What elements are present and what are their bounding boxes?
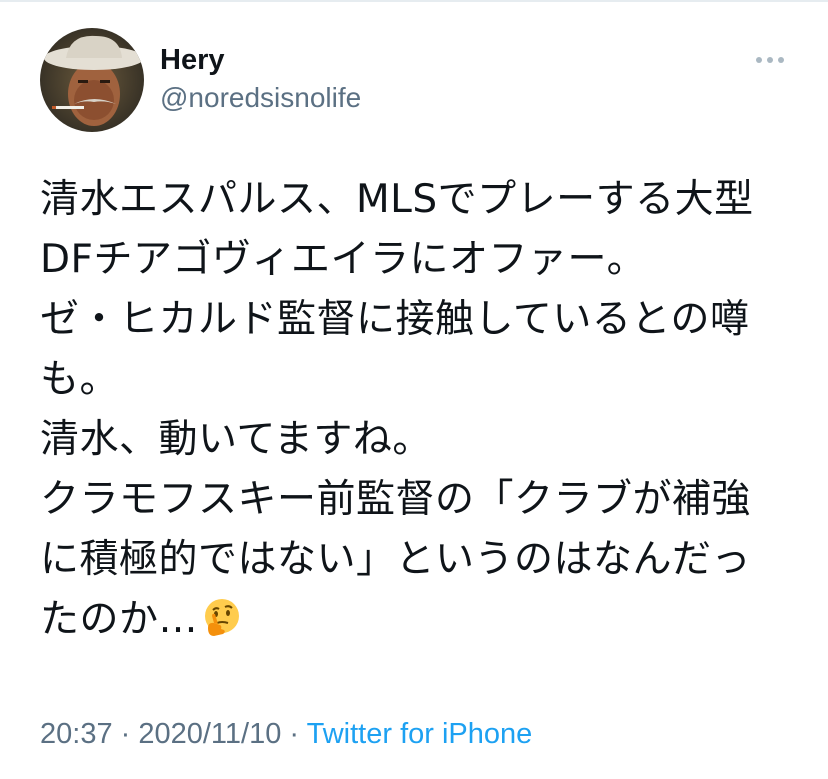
tweet-line: 清水エスパルス、MLSでプレーする大型: [40, 177, 754, 222]
tweet-line-text: たのか…: [40, 597, 199, 642]
tweet-date[interactable]: 2020/11/10: [138, 718, 281, 750]
meta-separator: ·: [112, 718, 139, 750]
tweet-text: 清水エスパルス、MLSでプレーする大型 DFチアゴヴィエイラにオファー。 ゼ・ヒ…: [40, 170, 800, 658]
tweet-line: も。: [40, 357, 120, 402]
tweet-line: に積極的ではない」というのはなんだっ: [40, 537, 752, 582]
tweet-line: ゼ・ヒカルド監督に接触しているとの噂: [40, 297, 750, 342]
tweet-source-link[interactable]: Twitter for iPhone: [307, 718, 533, 750]
tweet-line: クラモフスキー前監督の「クラブが補強: [40, 477, 752, 522]
avatar[interactable]: [40, 28, 144, 132]
more-icon: [756, 57, 784, 63]
thinking-face-icon: [200, 596, 244, 658]
top-divider: [0, 0, 828, 2]
meta-separator: ·: [281, 718, 307, 750]
tweet-meta: 20:37 · 2020/11/10 · Twitter for iPhone: [40, 718, 532, 751]
more-options-button[interactable]: [752, 48, 788, 72]
author-name[interactable]: Hery: [160, 44, 225, 77]
tweet-line: DFチアゴヴィエイラにオファー。: [40, 237, 647, 282]
avatar-image: [40, 28, 144, 132]
author-handle[interactable]: @noredsisnolife: [160, 82, 361, 114]
tweet-line-last: たのか…: [40, 590, 800, 658]
tweet-line: 清水、動いてますね。: [40, 417, 432, 462]
tweet-time[interactable]: 20:37: [40, 718, 113, 750]
